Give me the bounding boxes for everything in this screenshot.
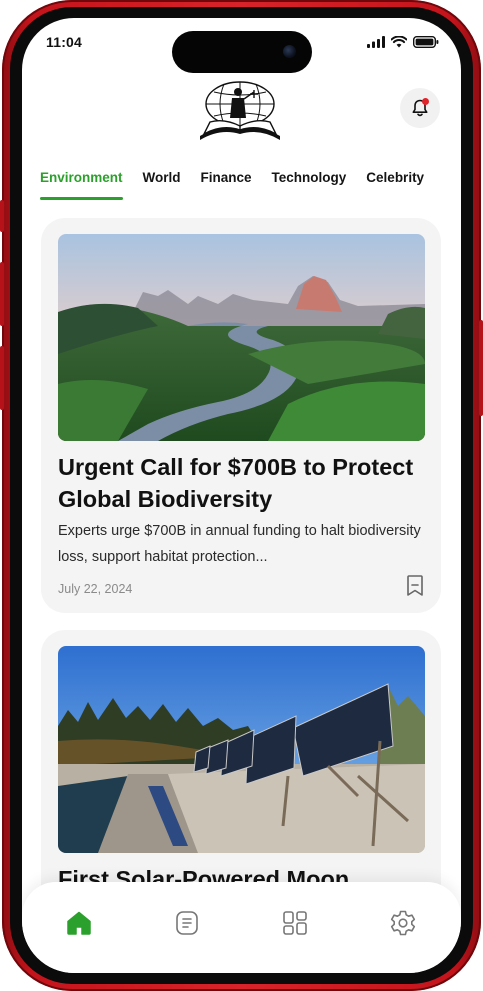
article-card[interactable]: Urgent Call for $700B to Protect Global … bbox=[41, 218, 441, 613]
categories-icon bbox=[283, 911, 307, 935]
settings-icon bbox=[390, 910, 416, 936]
article-list-icon bbox=[176, 911, 198, 935]
nav-categories[interactable] bbox=[278, 906, 312, 940]
phone-side-button bbox=[0, 200, 4, 232]
tab-world[interactable]: World bbox=[143, 170, 181, 200]
phone-side-button bbox=[479, 320, 483, 416]
article-image-solar-panels bbox=[58, 646, 425, 853]
nav-articles[interactable] bbox=[170, 906, 204, 940]
status-time: 11:04 bbox=[46, 34, 83, 50]
home-icon bbox=[67, 911, 91, 935]
article-description: Experts urge $700B in annual funding to … bbox=[58, 523, 421, 565]
nav-home[interactable] bbox=[62, 906, 96, 940]
bookmark-icon[interactable] bbox=[404, 574, 426, 598]
tab-environment[interactable]: Environment bbox=[40, 170, 123, 200]
article-title[interactable]: Urgent Call for $700B to Protect Global … bbox=[58, 451, 428, 515]
status-icons bbox=[367, 36, 439, 48]
nav-settings[interactable] bbox=[386, 906, 420, 940]
battery-icon bbox=[413, 36, 439, 48]
article-date: July 22, 2024 bbox=[58, 582, 133, 596]
dynamic-island bbox=[172, 31, 312, 73]
phone-side-button bbox=[0, 346, 4, 410]
signal-icon bbox=[367, 36, 385, 48]
tab-celebrity[interactable]: Celebrity bbox=[366, 170, 424, 200]
app-screen: 11:04 Environment World Finance Technolo… bbox=[22, 18, 461, 973]
notification-badge bbox=[422, 98, 429, 105]
tab-finance[interactable]: Finance bbox=[201, 170, 252, 200]
brand-logo bbox=[200, 81, 280, 140]
article-image-mangrove bbox=[58, 234, 425, 441]
notifications-button[interactable] bbox=[400, 88, 440, 128]
phone-side-button bbox=[0, 262, 4, 326]
category-tabs: Environment World Finance Technology Cel… bbox=[40, 170, 444, 200]
wifi-icon bbox=[391, 36, 407, 48]
bottom-navigation bbox=[22, 882, 461, 973]
tab-technology[interactable]: Technology bbox=[272, 170, 347, 200]
